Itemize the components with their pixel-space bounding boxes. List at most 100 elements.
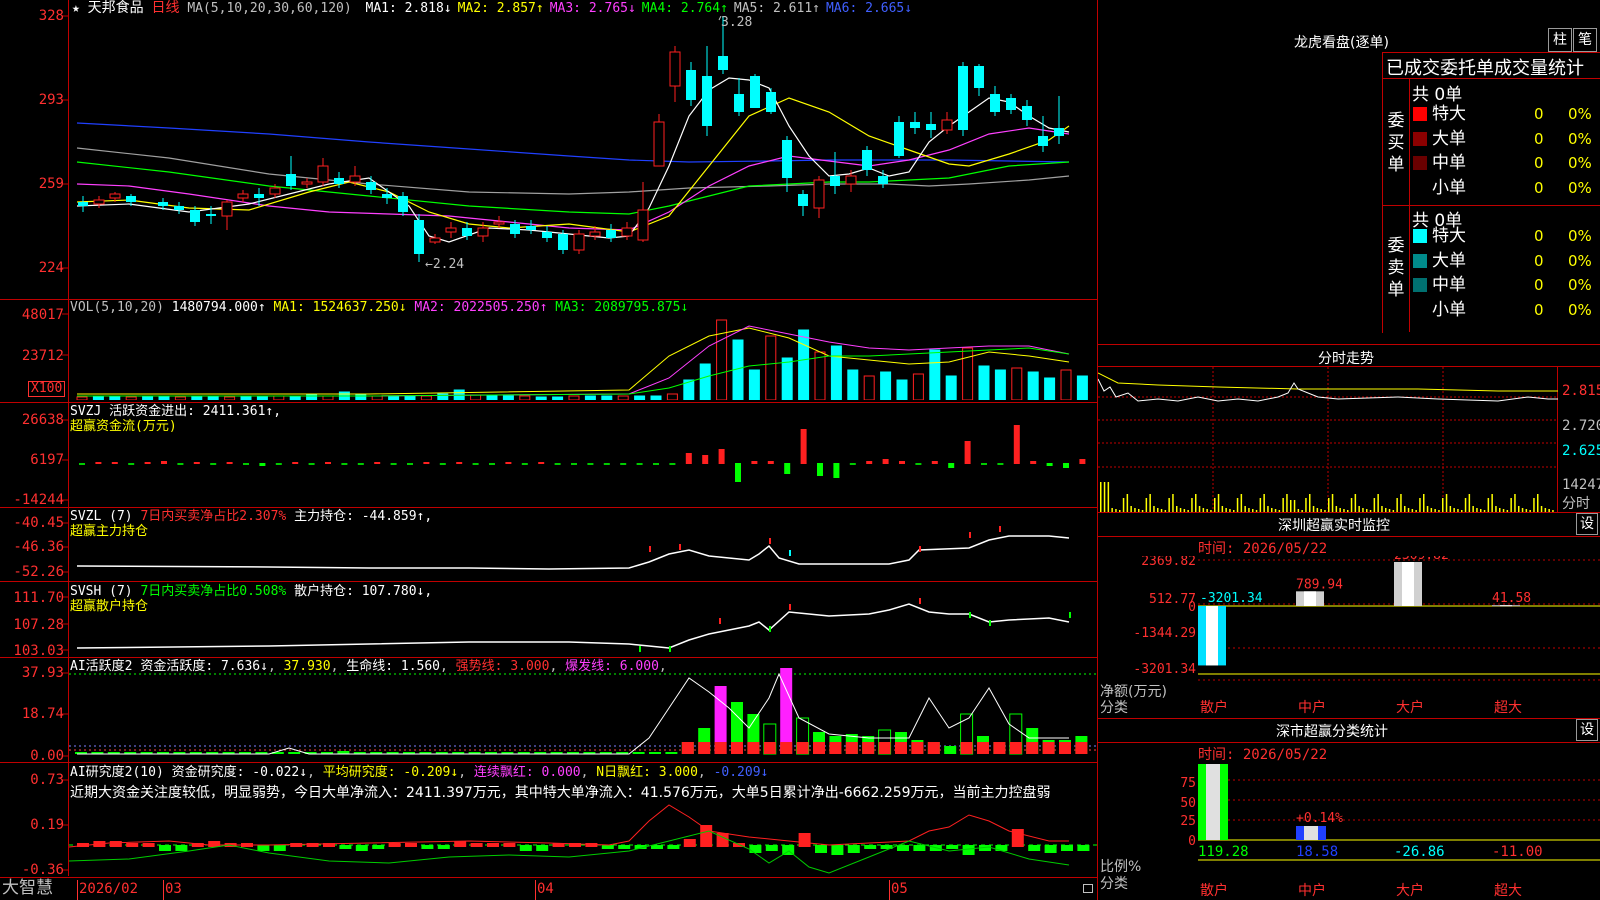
candle: [414, 214, 424, 262]
candle: [1022, 100, 1032, 126]
sz-class-chart[interactable]: +0.14% 119.28 18.58 -26.86 -11.00 75 50 25 0: [1098, 760, 1600, 880]
ai-active-tick: 18.74: [21, 706, 64, 722]
sell-orders-label: 委卖单: [1386, 235, 1406, 301]
svzl-tick-mark: [969, 532, 971, 538]
ai-research-red-line: [69, 804, 1069, 848]
ai-active-base: [813, 742, 825, 754]
lock-icon[interactable]: [1083, 884, 1093, 893]
svzj-bar: [636, 463, 643, 465]
pen-mode-button[interactable]: 笔: [1573, 28, 1597, 52]
vol-unit-badge[interactable]: X100: [28, 381, 66, 397]
intraday-vol-bar: [1122, 498, 1125, 512]
volume-chart[interactable]: [69, 316, 1099, 400]
star-icon[interactable]: ★: [72, 1, 80, 16]
svsh-tick-mark: [769, 626, 771, 632]
bar-mode-button[interactable]: 柱: [1548, 28, 1572, 52]
candle: [286, 156, 296, 190]
price-tick: 328: [38, 8, 64, 24]
candle: [526, 220, 536, 234]
ai-research-bar: [651, 845, 663, 849]
candle: [798, 190, 808, 216]
ai-research-bar: [700, 825, 713, 847]
svzj-chart[interactable]: [69, 405, 1099, 505]
buy-row-pct: 0%: [1568, 178, 1592, 197]
volume-bar: [1011, 367, 1023, 400]
sell-row-name: 中单: [1432, 275, 1466, 295]
brand-label[interactable]: 大智慧: [2, 878, 53, 898]
buy-orders-label: 委买单: [1386, 110, 1406, 176]
sell-label-text: 委卖单: [1387, 236, 1405, 300]
intraday-vol-bar: [1214, 498, 1216, 512]
sz-monitor-chart[interactable]: -3201.34789.942369.8241.58 2369.82512.77…: [1098, 556, 1600, 716]
ai-research-bar: [864, 845, 877, 849]
sz-class-title: 深市超赢分类统计: [1276, 724, 1388, 740]
ai-active-base: [681, 742, 694, 754]
candle: [1006, 94, 1016, 114]
volume-bar: [76, 396, 88, 400]
sz-monitor-settings-button[interactable]: 设: [1576, 513, 1598, 535]
svzj-bar: [997, 463, 1004, 465]
intraday-vol-bar: [1442, 498, 1444, 512]
candle: [78, 196, 88, 212]
candle: [445, 222, 457, 238]
volume-bar: [437, 393, 449, 400]
candle: [702, 46, 712, 136]
ai-research-bar: [667, 845, 680, 849]
stock-name[interactable]: 天邦食品: [88, 0, 144, 16]
svzl-tick: -40.45: [13, 515, 64, 531]
sz-monitor-category: 中户: [1298, 700, 1326, 716]
ai-research-bar: [273, 845, 286, 851]
sz-class-value: 119.28: [1198, 844, 1249, 860]
sz-monitor-time: 时间: 2026/05/22: [1198, 541, 1328, 557]
ai-research-bar: [962, 845, 975, 855]
ai-research-bar: [109, 841, 122, 847]
volume-bar: [945, 375, 957, 400]
ai-research-chart[interactable]: [69, 801, 1099, 877]
ai-research-bar: [470, 843, 483, 847]
intraday-vol-bar: [1240, 494, 1243, 512]
intraday-vol-bar: [1172, 494, 1174, 512]
sz-class-settings-button[interactable]: 设: [1576, 719, 1598, 741]
volume-bar: [158, 396, 170, 400]
price-chart[interactable]: 3.28 ←2.24: [69, 16, 1099, 296]
svzl-chart[interactable]: [69, 510, 1099, 580]
volume-bar: [781, 357, 793, 400]
sz-monitor-value: 789.94: [1296, 577, 1343, 592]
svzj-bar: [390, 463, 397, 465]
ai-research-bar: [454, 841, 467, 847]
candle: [93, 196, 105, 208]
svsh-chart[interactable]: [69, 582, 1099, 656]
volume-bar: [388, 395, 400, 400]
svzj-bar: [538, 462, 545, 464]
volume-bar: [552, 396, 564, 400]
ai-active-base: [993, 742, 1006, 754]
volume-bar: [486, 395, 498, 400]
ai-active-chart[interactable]: [69, 658, 1099, 762]
candle: [429, 234, 441, 244]
svzj-bar: [948, 463, 955, 468]
sell-row-count: 0: [1534, 227, 1544, 245]
sz-monitor-tick: -1344.29: [1133, 626, 1196, 641]
intraday-vol-bar: [1491, 494, 1493, 512]
intraday-vol-bar: [1514, 494, 1516, 512]
candle: [398, 192, 408, 216]
ai-active-base: [927, 742, 940, 754]
intraday-chart[interactable]: [1098, 367, 1558, 512]
volume-bar: [699, 363, 711, 400]
chart-area[interactable]: ★ 天邦食品 日线 MA(5,10,20,30,60,120) MA1: 2.8…: [0, 0, 1099, 900]
svzj-bar: [128, 463, 135, 465]
volume-bar: [470, 394, 482, 400]
svzj-bar: [79, 463, 85, 465]
svsh-tick: 103.03: [13, 643, 64, 659]
ai-research-bar: [487, 843, 499, 847]
sz-monitor-cat-label: 分类: [1100, 700, 1128, 716]
ma-value-1: MA1: 2.818↓: [365, 1, 452, 16]
intraday-vol-bar: [1445, 494, 1448, 512]
volume-bar: [404, 395, 416, 400]
volume-bar: [584, 395, 596, 400]
buy-row-name: 中单: [1432, 153, 1466, 173]
svzj-bar: [931, 461, 938, 464]
ai-active-base: [714, 742, 727, 754]
period-label[interactable]: 日线: [151, 0, 179, 16]
ai-active-base: [911, 742, 924, 754]
